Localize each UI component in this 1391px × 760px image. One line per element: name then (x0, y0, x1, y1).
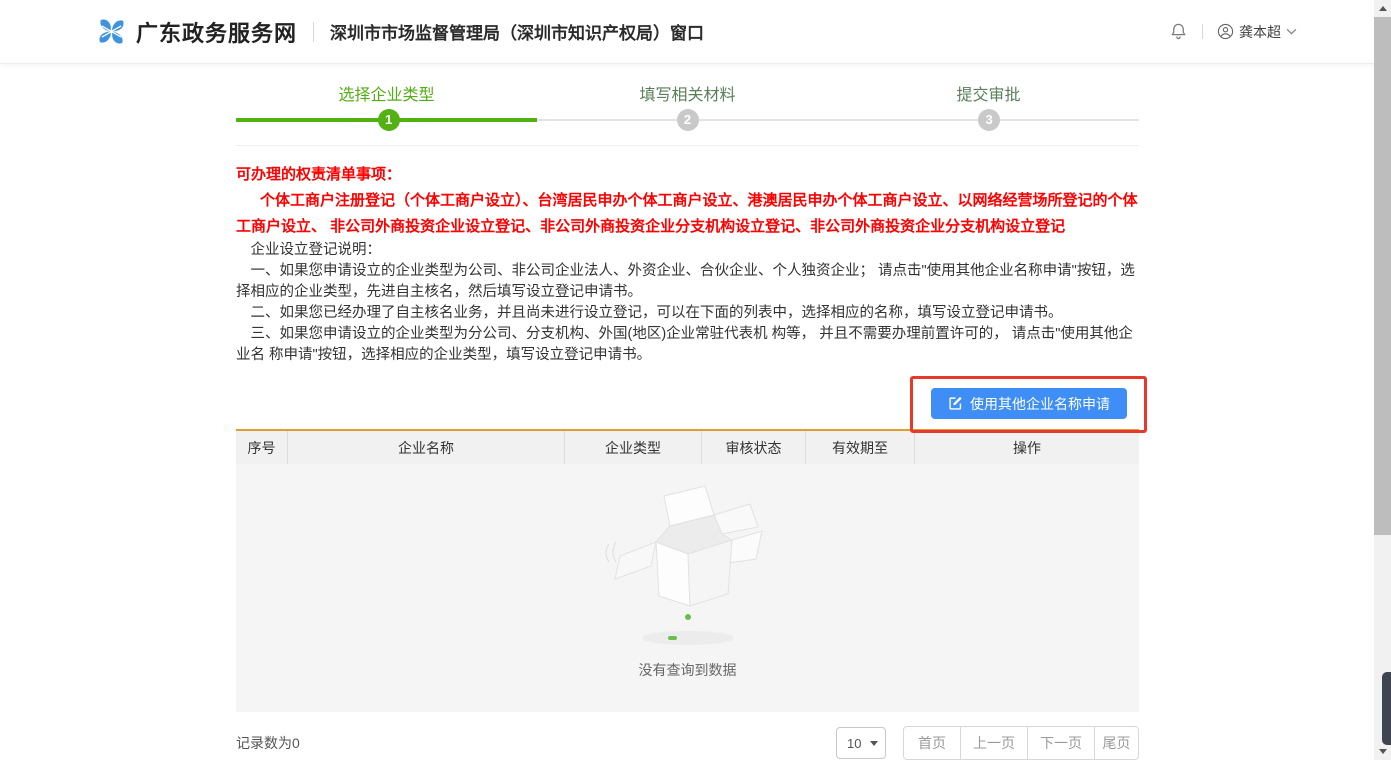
column-header-type: 企业类型 (564, 431, 701, 464)
pagination-prev-button[interactable]: 上一页 (960, 726, 1028, 760)
page-size-value: 10 (847, 736, 861, 751)
step-indicator: 选择企业类型 填写相关材料 提交审批 1 2 3 (236, 64, 1139, 146)
instruction-item-3: 三、如果您申请设立的企业类型为分公司、分支机构、外国(地区)企业常驻代表机 构等… (236, 324, 1139, 366)
header-brand-area: 广东政务服务网 深圳市市场监督管理局（深圳市知识产权局）窗口 (96, 16, 704, 48)
user-name: 龚本超 (1239, 22, 1281, 42)
pagination-next-button[interactable]: 下一页 (1027, 726, 1095, 760)
window-title: 深圳市市场监督管理局（深圳市知识产权局）窗口 (330, 19, 704, 44)
name-list-table: 序号 企业名称 企业类型 审核状态 有效期至 操作 (236, 429, 1139, 712)
header-divider (1202, 24, 1203, 39)
step-label-1: 选择企业类型 (236, 81, 537, 101)
table-empty-state: 没有查询到数据 (236, 464, 1139, 712)
notice-title: 可办理的权责清单事项： (236, 162, 1139, 188)
column-header-name: 企业名称 (287, 431, 564, 464)
rights-list-notice: 可办理的权责清单事项： 个体工商户注册登记（个体工商户设立）、台湾居民申办个体工… (236, 162, 1139, 240)
select-caret-icon (870, 741, 878, 746)
notice-body: 个体工商户注册登记（个体工商户设立）、台湾居民申办个体工商户设立、港澳居民申办个… (236, 188, 1139, 240)
chevron-down-icon (1286, 28, 1297, 35)
instructions-title: 企业设立登记说明： (236, 240, 1139, 261)
instruction-item-1: 一、如果您申请设立的企业类型为公司、非公司企业法人、外资企业、合伙企业、个人独资… (236, 261, 1139, 303)
pagination: 首页 上一页 下一页 尾页 (903, 726, 1139, 760)
header-user-area: 龚本超 (1169, 22, 1297, 42)
instruction-item-2: 二、如果您已经办理了自主核名业务，并且尚未进行设立登记，可以在下面的列表中，选择… (236, 303, 1139, 324)
registration-instructions: 企业设立登记说明： 一、如果您申请设立的企业类型为公司、非公司企业法人、外资企业… (236, 240, 1139, 366)
column-header-seq: 序号 (236, 431, 287, 464)
step-label-2: 填写相关材料 (537, 81, 838, 101)
action-row: 使用其他企业名称申请 (236, 366, 1139, 429)
scrollbar-up-arrow[interactable] (1374, 0, 1391, 17)
main-content: 选择企业类型 填写相关材料 提交审批 1 2 3 可办理的权责清单事项： 个体工… (236, 64, 1139, 760)
brand-logo-icon[interactable] (96, 16, 127, 47)
scrollbar (1374, 0, 1391, 760)
pagination-first-button[interactable]: 首页 (903, 726, 961, 760)
empty-green-dot (685, 614, 691, 620)
step-label-3: 提交审批 (838, 81, 1139, 101)
header-divider (313, 22, 314, 42)
section-divider (236, 145, 1139, 146)
empty-green-dash (668, 636, 677, 640)
edit-icon (948, 396, 963, 411)
page-size-select[interactable]: 10 (836, 727, 886, 759)
step-circle-3: 3 (978, 109, 1000, 131)
scrollbar-down-arrow[interactable] (1374, 743, 1391, 760)
column-header-action: 操作 (914, 431, 1139, 464)
notification-bell-icon[interactable] (1169, 22, 1188, 41)
table-footer: 记录数为0 10 首页 上一页 下一页 尾页 (236, 726, 1139, 760)
use-other-name-button[interactable]: 使用其他企业名称申请 (931, 388, 1127, 419)
side-widget-tab[interactable] (1382, 672, 1391, 745)
scrollbar-thumb[interactable] (1374, 17, 1391, 535)
record-count: 记录数为0 (236, 733, 300, 753)
column-header-status: 审核状态 (701, 431, 805, 464)
empty-shadow-ellipse (642, 631, 734, 645)
user-menu[interactable]: 龚本超 (1217, 22, 1297, 42)
empty-box-icon (604, 482, 772, 610)
app-header: 广东政务服务网 深圳市市场监督管理局（深圳市知识产权局）窗口 龚本超 (0, 0, 1391, 64)
table-header-row: 序号 企业名称 企业类型 审核状态 有效期至 操作 (236, 431, 1139, 464)
step-circle-2: 2 (677, 109, 699, 131)
user-icon (1217, 23, 1234, 40)
step-circle-1: 1 (378, 109, 400, 131)
pagination-last-button[interactable]: 尾页 (1094, 726, 1139, 760)
empty-message: 没有查询到数据 (639, 660, 737, 680)
column-header-valid: 有效期至 (805, 431, 914, 464)
brand-title[interactable]: 广东政务服务网 (136, 16, 297, 48)
